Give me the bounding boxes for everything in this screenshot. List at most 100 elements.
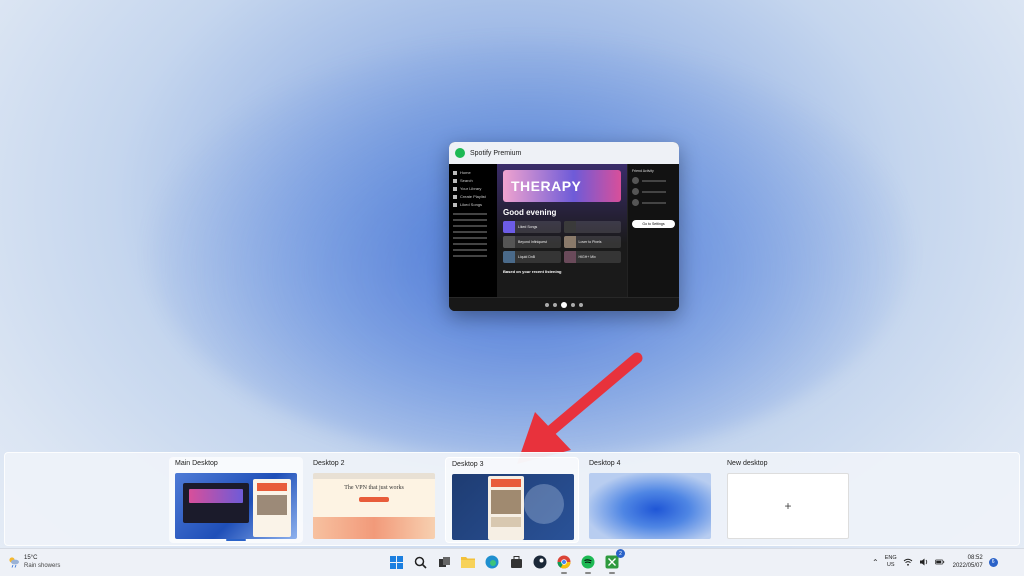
start-icon	[389, 555, 403, 569]
avatar	[632, 177, 639, 184]
spotify-app-body: Home Search Your Library Create Playlist…	[449, 164, 679, 297]
start-button[interactable]	[387, 553, 405, 571]
taskbar-apps: 2	[387, 549, 625, 574]
tile-art	[503, 221, 515, 233]
language-indicator[interactable]: ENG US	[885, 555, 897, 569]
playlist-item	[453, 231, 487, 233]
playlist-item	[453, 243, 487, 245]
tile-label: Lover to Pixels	[578, 240, 602, 244]
desktop-label: Desktop 2	[313, 460, 345, 467]
clock-time: 08:52	[967, 555, 983, 561]
tile-label: Liked Songs	[518, 225, 538, 229]
search-icon	[414, 556, 427, 569]
volume-icon[interactable]	[919, 557, 929, 567]
playlist-item	[453, 249, 487, 251]
tile-art	[563, 221, 576, 233]
shortcut-tile: Lover to Pixels	[563, 236, 621, 248]
tile-art	[503, 236, 515, 248]
chevron-up-icon[interactable]: ⌃	[872, 558, 879, 567]
file-explorer-button[interactable]	[459, 553, 477, 571]
desktop-card-3[interactable]: Desktop 3	[445, 457, 579, 543]
clock-date: 2022/05/07	[952, 563, 983, 569]
desktop-card-2[interactable]: Desktop 2 The VPN that just works	[307, 457, 441, 543]
desktop-label: Desktop 3	[452, 461, 484, 468]
window-title: Spotify Premium	[470, 149, 522, 157]
repeat-icon	[579, 302, 583, 307]
lang-bottom: US	[886, 562, 895, 568]
spotify-greeting: Good evening	[503, 208, 557, 217]
play-icon	[561, 301, 567, 308]
task-view-desktops: Main Desktop Desktop 2 The VPN that just…	[4, 452, 1020, 546]
desktop-label: Desktop 4	[589, 460, 621, 467]
shortcut-tile	[563, 221, 621, 233]
spotify-main: THERAPY Good evening Liked Songs Beyond …	[497, 164, 627, 297]
spotify-button[interactable]	[579, 553, 597, 574]
shortcut-tile: Liked Songs	[503, 221, 561, 233]
desktop-thumbnail	[452, 474, 574, 540]
weather-text: 15°C Rain showers	[24, 554, 60, 570]
new-desktop-thumbnail: +	[727, 473, 849, 539]
new-desktop-button[interactable]: New desktop +	[721, 457, 855, 543]
go-to-settings-button: Go to Settings	[632, 220, 675, 228]
friend-line	[642, 201, 666, 204]
avatar	[632, 199, 639, 206]
desktop-label: New desktop	[727, 460, 768, 467]
search-button[interactable]	[411, 553, 429, 571]
clock[interactable]: 08:52 2022/05/07	[953, 554, 983, 570]
banner-text: THERAPY	[511, 178, 582, 194]
spotify-nav-home: Home	[453, 169, 493, 177]
task-view-icon	[438, 556, 450, 567]
store-icon	[510, 555, 522, 568]
mini-browser-bar	[313, 473, 435, 479]
spotify-friend-activity: Friend Activity Go to Settings	[627, 164, 679, 297]
file-explorer-icon	[461, 557, 475, 568]
task-view-button[interactable]	[435, 553, 453, 571]
tile-label: Beyond Infiniquest	[518, 240, 547, 244]
steam-icon	[533, 555, 547, 569]
edge-button[interactable]	[483, 553, 501, 571]
lang-top: ENG	[884, 555, 897, 561]
friend-row	[632, 199, 675, 206]
spotify-nav-create-playlist: Create Playlist	[453, 193, 493, 201]
weather-widget[interactable]: 15°C Rain showers	[8, 554, 60, 570]
wifi-icon[interactable]	[903, 557, 913, 567]
spotify-shortcut-grid: Liked Songs Beyond Infiniquest Lover to …	[503, 221, 621, 263]
mini-window	[183, 483, 249, 523]
friend-row	[632, 188, 675, 195]
window-preview-spotify[interactable]: Spotify Premium Home Search Your Library…	[449, 142, 679, 311]
taskbar: 15°C Rain showers 2 ⌃ ENG US 08:52 2022/…	[0, 548, 1024, 576]
playlist-item	[453, 255, 487, 257]
spotify-banner: THERAPY	[503, 170, 621, 202]
spotify-nav-liked-songs: Liked Songs	[453, 201, 493, 209]
next-icon	[571, 302, 575, 307]
mini-wallpaper-shape	[524, 484, 564, 524]
desktop-card-4[interactable]: Desktop 4	[583, 457, 717, 543]
desktop-label: Main Desktop	[175, 460, 218, 467]
store-button[interactable]	[507, 553, 525, 571]
weather-condition: Rain showers	[24, 563, 61, 569]
friend-line	[642, 190, 666, 193]
avatar	[632, 188, 639, 195]
chrome-button[interactable]	[555, 553, 573, 574]
playlist-item	[453, 219, 487, 221]
playlist-item	[453, 225, 487, 227]
notification-badge[interactable]: 6	[988, 557, 998, 567]
friend-row	[632, 177, 675, 184]
spotify-nav-search: Search	[453, 177, 493, 185]
app-badge: 2	[616, 549, 625, 558]
shortcut-tile: Liquid DnB	[503, 251, 561, 263]
battery-icon[interactable]	[934, 557, 945, 567]
mini-illustration	[313, 517, 435, 539]
mini-window	[253, 479, 291, 537]
steam-button[interactable]	[531, 553, 549, 571]
spotify-nav-library: Your Library	[453, 185, 493, 193]
mini-window	[488, 476, 524, 540]
chrome-icon	[557, 555, 571, 569]
tile-label: Liquid DnB	[518, 255, 536, 259]
mini-cta	[359, 497, 389, 502]
shortcut-tile: HIGH+ Mix	[563, 251, 621, 263]
spotify-icon	[581, 555, 595, 569]
xbox-button[interactable]: 2	[603, 549, 625, 574]
desktop-card-main[interactable]: Main Desktop	[169, 457, 303, 543]
playlist-item	[453, 237, 487, 239]
